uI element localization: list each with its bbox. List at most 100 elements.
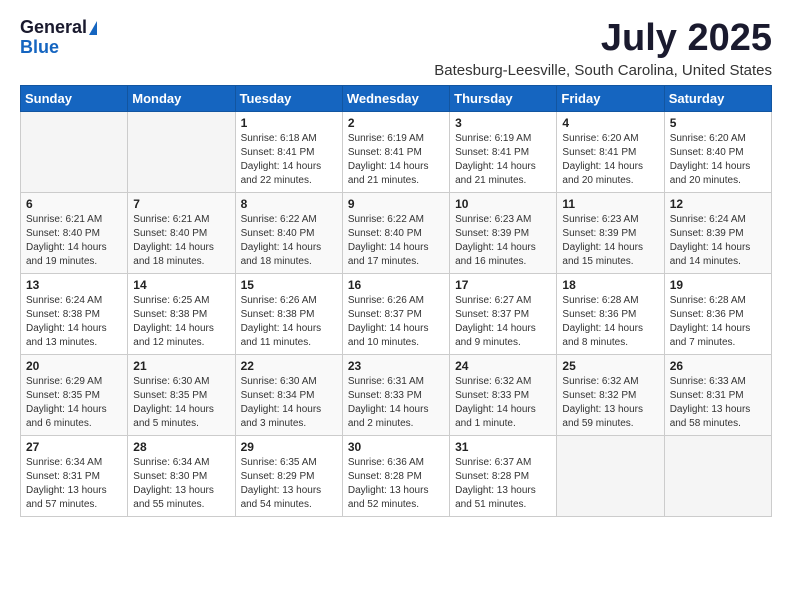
day-info: Sunrise: 6:30 AM Sunset: 8:34 PM Dayligh… [241,375,337,431]
calendar-day-cell: 4 Sunrise: 6:20 AM Sunset: 8:41 PM Daylig… [557,111,664,192]
day-info: Sunrise: 6:22 AM Sunset: 8:40 PM Dayligh… [348,213,444,269]
calendar-day-cell: 19 Sunrise: 6:28 AM Sunset: 8:36 PM Dayli… [664,273,771,354]
calendar-day-cell: 2 Sunrise: 6:19 AM Sunset: 8:41 PM Daylig… [342,111,449,192]
day-info: Sunrise: 6:19 AM Sunset: 8:41 PM Dayligh… [348,132,444,188]
day-number: 21 [133,359,229,373]
logo-triangle-icon [89,21,97,35]
day-info: Sunrise: 6:21 AM Sunset: 8:40 PM Dayligh… [26,213,122,269]
day-info: Sunrise: 6:27 AM Sunset: 8:37 PM Dayligh… [455,294,551,350]
day-number: 24 [455,359,551,373]
day-info: Sunrise: 6:35 AM Sunset: 8:29 PM Dayligh… [241,456,337,512]
day-info: Sunrise: 6:28 AM Sunset: 8:36 PM Dayligh… [670,294,766,350]
day-number: 9 [348,197,444,211]
calendar-day-cell: 12 Sunrise: 6:24 AM Sunset: 8:39 PM Dayli… [664,192,771,273]
calendar-day-cell [664,435,771,516]
calendar-week-row: 1Sunrise: 6:18 AM Sunset: 8:41 PM Daylig… [21,111,772,192]
day-info: Sunrise: 6:34 AM Sunset: 8:30 PM Dayligh… [133,456,229,512]
day-info: Sunrise: 6:30 AM Sunset: 8:35 PM Dayligh… [133,375,229,431]
day-info: Sunrise: 6:20 AM Sunset: 8:40 PM Dayligh… [670,132,766,188]
calendar-day-cell: 13 Sunrise: 6:24 AM Sunset: 8:38 PM Dayli… [21,273,128,354]
day-info: Sunrise: 6:29 AM Sunset: 8:35 PM Dayligh… [26,375,122,431]
day-info: Sunrise: 6:22 AM Sunset: 8:40 PM Dayligh… [241,213,337,269]
day-number: 15 [241,278,337,292]
calendar-day-cell: 23Sunrise: 6:31 AM Sunset: 8:33 PM Dayli… [342,354,449,435]
day-number: 1 [241,116,337,130]
day-info: Sunrise: 6:20 AM Sunset: 8:41 PM Dayligh… [562,132,658,188]
calendar-day-cell [557,435,664,516]
calendar-day-cell: 6 Sunrise: 6:21 AM Sunset: 8:40 PM Daylig… [21,192,128,273]
calendar-header-monday: Monday [128,85,235,111]
day-number: 5 [670,116,766,130]
calendar-day-cell: 24 Sunrise: 6:32 AM Sunset: 8:33 PM Dayli… [450,354,557,435]
day-number: 12 [670,197,766,211]
day-number: 7 [133,197,229,211]
day-info: Sunrise: 6:19 AM Sunset: 8:41 PM Dayligh… [455,132,551,188]
calendar-day-cell: 5 Sunrise: 6:20 AM Sunset: 8:40 PM Daylig… [664,111,771,192]
day-number: 10 [455,197,551,211]
calendar-day-cell: 18 Sunrise: 6:28 AM Sunset: 8:36 PM Dayli… [557,273,664,354]
day-info: Sunrise: 6:34 AM Sunset: 8:31 PM Dayligh… [26,456,122,512]
day-info: Sunrise: 6:32 AM Sunset: 8:33 PM Dayligh… [455,375,551,431]
day-number: 11 [562,197,658,211]
calendar-week-row: 20 Sunrise: 6:29 AM Sunset: 8:35 PM Dayli… [21,354,772,435]
day-info: Sunrise: 6:26 AM Sunset: 8:37 PM Dayligh… [348,294,444,350]
calendar-header-wednesday: Wednesday [342,85,449,111]
day-info: Sunrise: 6:25 AM Sunset: 8:38 PM Dayligh… [133,294,229,350]
calendar-table: SundayMondayTuesdayWednesdayThursdayFrid… [20,85,772,517]
calendar-header-saturday: Saturday [664,85,771,111]
calendar-day-cell: 3 Sunrise: 6:19 AM Sunset: 8:41 PM Daylig… [450,111,557,192]
day-number: 8 [241,197,337,211]
day-number: 28 [133,440,229,454]
calendar-week-row: 13 Sunrise: 6:24 AM Sunset: 8:38 PM Dayli… [21,273,772,354]
day-number: 13 [26,278,122,292]
logo: General Blue [20,18,97,58]
day-number: 23 [348,359,444,373]
calendar-day-cell: 29 Sunrise: 6:35 AM Sunset: 8:29 PM Dayli… [235,435,342,516]
day-number: 19 [670,278,766,292]
calendar-header-friday: Friday [557,85,664,111]
day-info: Sunrise: 6:32 AM Sunset: 8:32 PM Dayligh… [562,375,658,431]
title-month: July 2025 [434,18,772,60]
calendar-header-row: SundayMondayTuesdayWednesdayThursdayFrid… [21,85,772,111]
calendar-day-cell: 17 Sunrise: 6:27 AM Sunset: 8:37 PM Dayli… [450,273,557,354]
calendar-day-cell: 28 Sunrise: 6:34 AM Sunset: 8:30 PM Dayli… [128,435,235,516]
calendar-day-cell: 21 Sunrise: 6:30 AM Sunset: 8:35 PM Dayli… [128,354,235,435]
day-number: 31 [455,440,551,454]
day-number: 27 [26,440,122,454]
day-info: Sunrise: 6:37 AM Sunset: 8:28 PM Dayligh… [455,456,551,512]
day-number: 25 [562,359,658,373]
day-number: 4 [562,116,658,130]
calendar-day-cell: 15Sunrise: 6:26 AM Sunset: 8:38 PM Dayli… [235,273,342,354]
calendar-day-cell: 26Sunrise: 6:33 AM Sunset: 8:31 PM Dayli… [664,354,771,435]
calendar-week-row: 27 Sunrise: 6:34 AM Sunset: 8:31 PM Dayli… [21,435,772,516]
day-number: 18 [562,278,658,292]
day-number: 3 [455,116,551,130]
title-block: July 2025 Batesburg-Leesville, South Car… [434,18,772,79]
calendar-day-cell: 14Sunrise: 6:25 AM Sunset: 8:38 PM Dayli… [128,273,235,354]
calendar-header-thursday: Thursday [450,85,557,111]
calendar-day-cell: 10Sunrise: 6:23 AM Sunset: 8:39 PM Dayli… [450,192,557,273]
calendar-day-cell: 16Sunrise: 6:26 AM Sunset: 8:37 PM Dayli… [342,273,449,354]
calendar-day-cell: 31 Sunrise: 6:37 AM Sunset: 8:28 PM Dayli… [450,435,557,516]
day-info: Sunrise: 6:36 AM Sunset: 8:28 PM Dayligh… [348,456,444,512]
day-info: Sunrise: 6:21 AM Sunset: 8:40 PM Dayligh… [133,213,229,269]
calendar-header-sunday: Sunday [21,85,128,111]
day-number: 2 [348,116,444,130]
day-number: 17 [455,278,551,292]
logo-blue-text: Blue [20,38,59,58]
calendar-day-cell: 1Sunrise: 6:18 AM Sunset: 8:41 PM Daylig… [235,111,342,192]
page: General Blue July 2025 Batesburg-Leesvil… [0,0,792,612]
day-info: Sunrise: 6:24 AM Sunset: 8:38 PM Dayligh… [26,294,122,350]
calendar-day-cell: 25 Sunrise: 6:32 AM Sunset: 8:32 PM Dayli… [557,354,664,435]
day-number: 20 [26,359,122,373]
day-info: Sunrise: 6:28 AM Sunset: 8:36 PM Dayligh… [562,294,658,350]
day-info: Sunrise: 6:24 AM Sunset: 8:39 PM Dayligh… [670,213,766,269]
day-number: 30 [348,440,444,454]
day-number: 6 [26,197,122,211]
day-number: 29 [241,440,337,454]
calendar-day-cell: 22Sunrise: 6:30 AM Sunset: 8:34 PM Dayli… [235,354,342,435]
day-number: 26 [670,359,766,373]
calendar-day-cell: 8 Sunrise: 6:22 AM Sunset: 8:40 PM Daylig… [235,192,342,273]
logo-general-text: General [20,18,87,38]
calendar-day-cell: 9 Sunrise: 6:22 AM Sunset: 8:40 PM Daylig… [342,192,449,273]
